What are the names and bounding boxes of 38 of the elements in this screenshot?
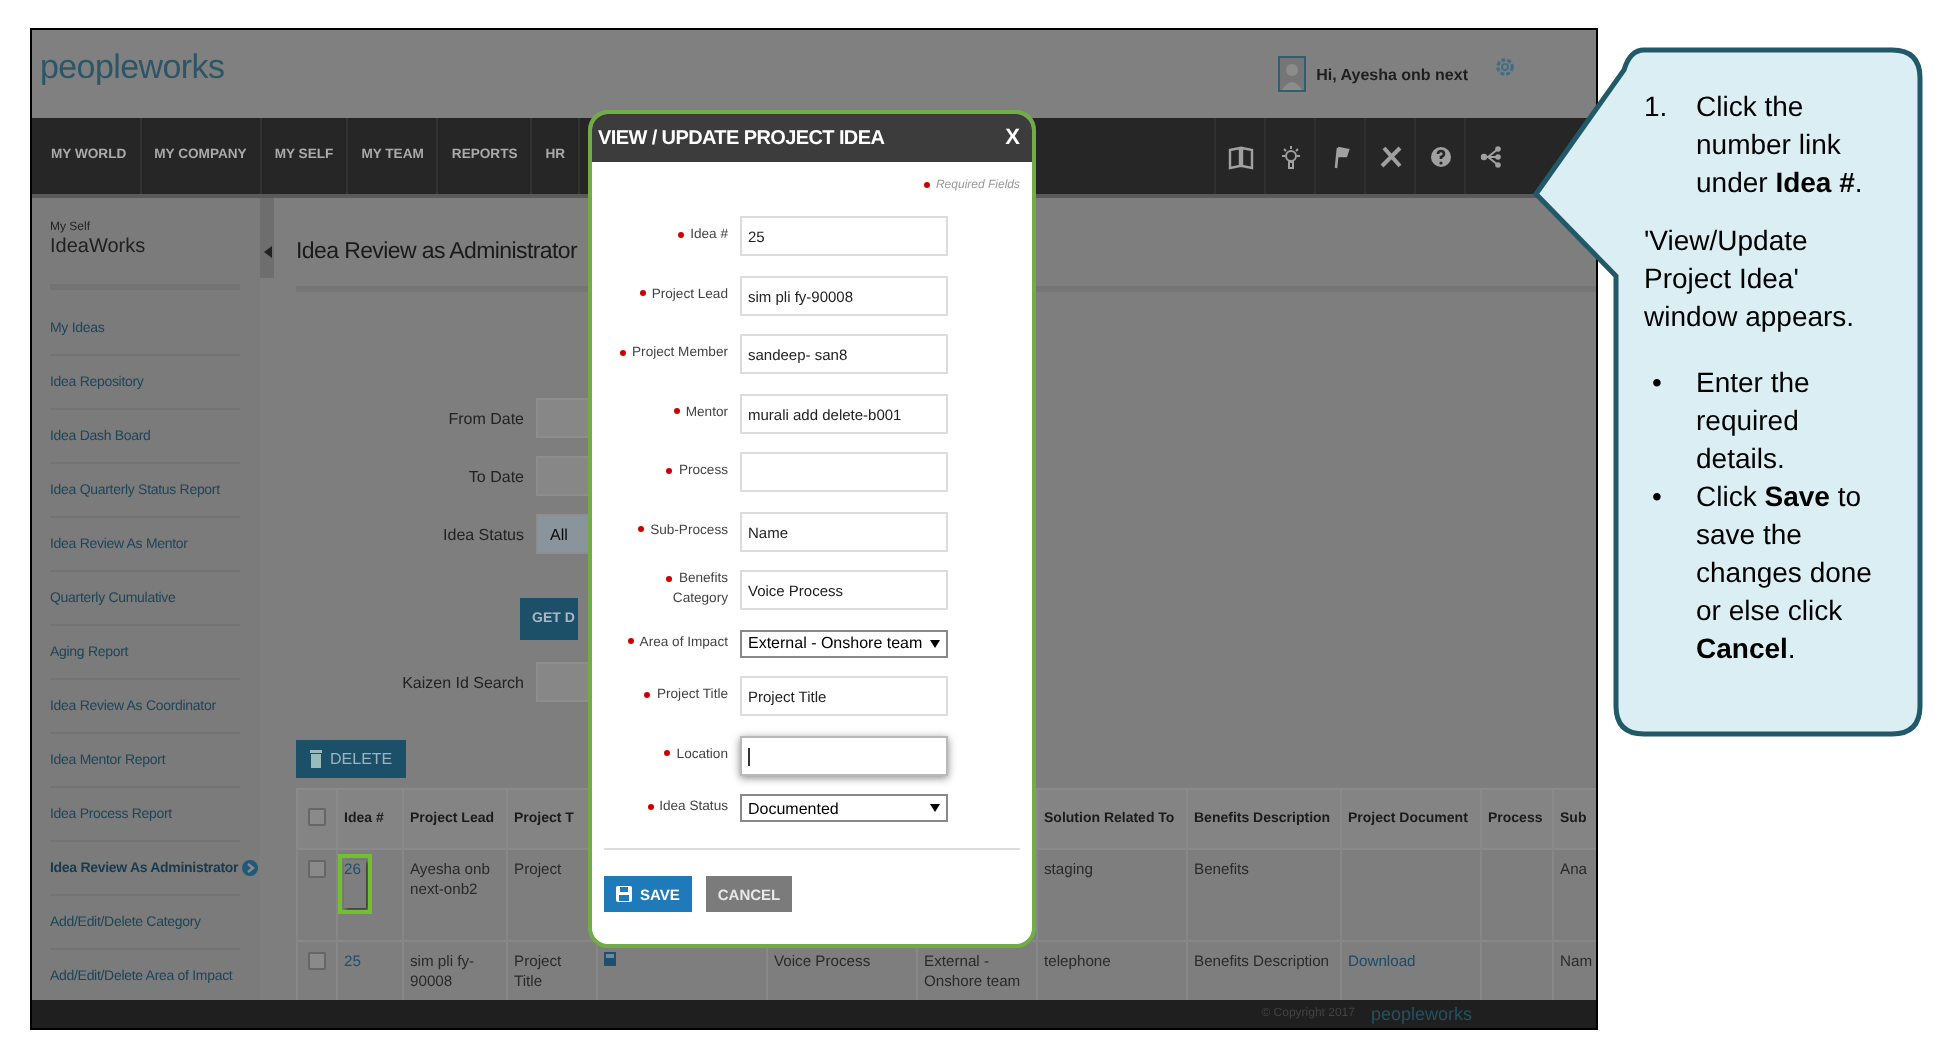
book-icon[interactable] <box>1227 143 1253 169</box>
field-label: Idea Status <box>441 525 524 543</box>
required-mark <box>923 181 930 188</box>
dropdown-arrow-icon <box>930 804 940 812</box>
instruction-text: Click Save to save the changes done or else click Cancel. <box>1696 478 1874 668</box>
avatar-icon <box>1278 56 1307 92</box>
select-field[interactable]: Documented <box>740 794 948 822</box>
close-button[interactable]: X <box>1005 126 1020 150</box>
arrow-circle-icon <box>242 860 259 876</box>
select-field[interactable]: External - Onshore team <box>740 629 948 657</box>
collapse-handle[interactable] <box>260 198 274 278</box>
share-icon[interactable] <box>1477 143 1503 169</box>
field-label: From Date <box>446 409 524 427</box>
text-cursor <box>748 747 750 765</box>
checkbox[interactable] <box>308 808 326 826</box>
checkbox[interactable] <box>308 952 326 970</box>
user-greeting: Hi, Ayesha onb next <box>1316 65 1468 83</box>
sidebar-title: IdeaWorks <box>50 234 240 290</box>
checkbox[interactable] <box>308 860 326 878</box>
trash-icon <box>310 750 322 768</box>
bullet-marker: • <box>1650 364 1664 402</box>
input-field[interactable] <box>740 735 948 775</box>
input-field[interactable] <box>740 452 948 492</box>
tools-icon[interactable] <box>1377 143 1403 169</box>
dropdown-arrow-icon <box>930 639 940 647</box>
bullet-marker: • <box>1650 478 1664 516</box>
logo[interactable]: peopleworks <box>40 48 225 88</box>
delete-button[interactable]: DELETE <box>296 740 407 778</box>
field-label: To Date <box>466 467 524 485</box>
instruction-text: 'View/Update Project Idea' window appears. <box>1644 222 1857 336</box>
footer-logo: peopleworks <box>1370 1004 1472 1024</box>
lightbulb-icon[interactable] <box>1277 143 1303 169</box>
dialog-title: VIEW / UPDATE PROJECT IDEA <box>598 127 885 149</box>
field-label: Kaizen Id Search <box>400 673 524 691</box>
instruction-text: Click the number link under Idea #. <box>1696 88 1865 202</box>
step-number: 1. <box>1644 88 1670 126</box>
instruction-text: Enter the required details. <box>1696 364 1812 478</box>
help-icon[interactable] <box>1427 143 1453 169</box>
